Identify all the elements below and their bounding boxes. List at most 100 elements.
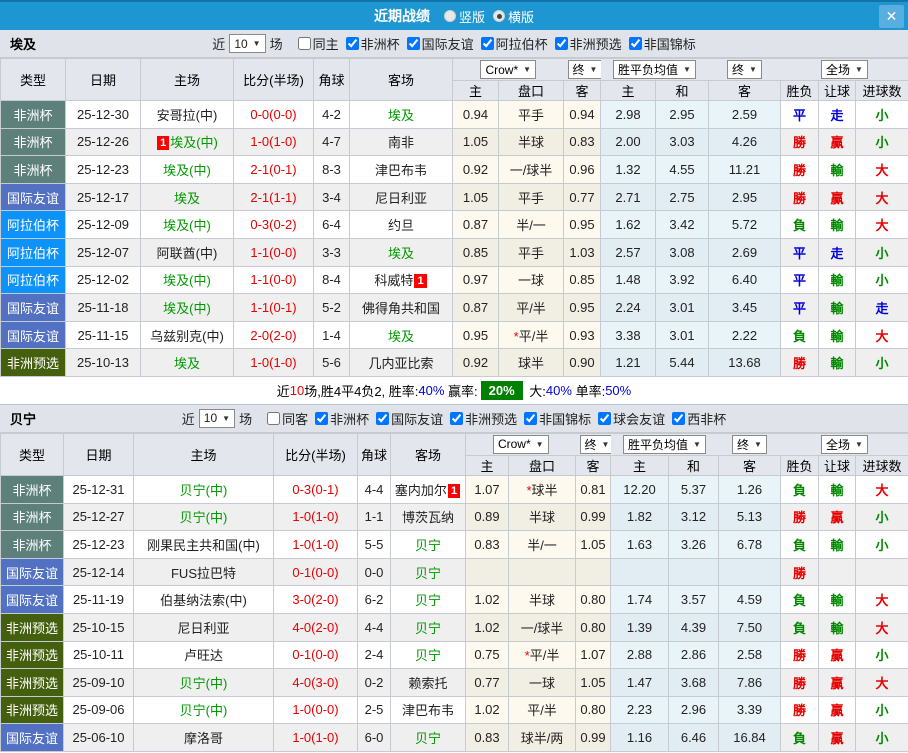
result-wdl-cell: 負 [780, 585, 819, 614]
league-checkbox[interactable] [315, 411, 329, 425]
odds-away-cell: 0.99 [575, 502, 611, 532]
score-cell: 1-1(0-1) [233, 293, 314, 322]
match-row: 阿拉伯杯 25-12-02 埃及(中) 1-1(0-0) 8-4 科威特 1 0.97 一球 0.… [0, 265, 908, 295]
league-filter-label[interactable]: 非国锦标 [628, 34, 696, 53]
summary-part: 大: [525, 383, 546, 399]
mean-final-select[interactable]: 终 ▼ [732, 434, 767, 454]
odds-away-cell: 0.95 [563, 293, 601, 322]
league-filter-label[interactable]: 非洲预选 [450, 409, 517, 428]
match-row: 非洲预选 25-10-11 卢旺达 0-1(0-0) 2-4 贝宁 0.75 *平/半 1.07… [0, 640, 908, 670]
mean-odds-select[interactable]: 胜平负均值 ▼ [623, 434, 706, 454]
mean-draw-cell: 3.26 [668, 530, 719, 559]
league-checkbox[interactable] [672, 411, 686, 425]
away-team-cell: 塞内加尔 1 [390, 474, 466, 504]
same-venue-checkbox[interactable] [267, 411, 281, 425]
league-filter-label[interactable]: 西非杯 [672, 409, 726, 428]
odds-away-cell: 0.94 [563, 100, 601, 129]
league-filter-label[interactable]: 非国锦标 [524, 409, 591, 428]
same-venue-checkbox[interactable] [297, 37, 311, 50]
mean-away-cell: 4.26 [708, 127, 781, 157]
radio-circle-icon[interactable] [443, 10, 456, 22]
mean-away-cell: 5.72 [708, 210, 781, 239]
mean-away-cell: 7.86 [718, 668, 781, 697]
mean-odds-select[interactable]: 胜平负均值 ▼ [613, 60, 696, 79]
league-checkbox[interactable] [406, 37, 420, 50]
corner-cell: 1-1 [357, 502, 391, 532]
close-icon[interactable]: ✕ [879, 5, 904, 28]
mean-away-cell: 4.59 [718, 585, 781, 614]
odds-away-cell [575, 557, 611, 587]
mean-final-select[interactable]: 终 ▼ [727, 60, 762, 79]
league-filter-label[interactable]: 国际友谊 [406, 34, 474, 53]
corner-cell: 4-4 [357, 474, 391, 504]
match-row: 阿拉伯杯 25-12-09 埃及(中) 0-3(0-2) 6-4 约旦 0.87 半/一 0.9… [0, 210, 908, 239]
odds-home-cell: 0.97 [452, 265, 499, 295]
league-filter-label[interactable]: 球会友谊 [598, 409, 665, 428]
league-filter-label[interactable]: 国际友谊 [376, 409, 443, 428]
red-card-badge: 1 [414, 274, 427, 289]
type-cell: 非洲杯 [0, 502, 64, 532]
mean-away-cell: 2.95 [708, 182, 781, 212]
match-row: 非洲杯 25-12-27 贝宁(中) 1-0(1-0) 1-1 博茨瓦纳 0.89 半球 0.9… [0, 502, 908, 532]
score-cell: 0-1(0-0) [273, 640, 358, 670]
mean-home-cell: 2.00 [600, 127, 656, 157]
league-checkbox[interactable] [450, 411, 464, 425]
league-checkbox[interactable] [345, 37, 359, 50]
league-filter-label[interactable]: 非洲预选 [554, 34, 622, 53]
col-result-goals: 进球数 [855, 80, 908, 101]
league-checkbox[interactable] [628, 37, 642, 50]
result-goals-cell: 走 [855, 293, 908, 322]
games-count-select[interactable]: 10 ▼ [198, 408, 236, 428]
radio-vertical-layout[interactable]: 竖版 [443, 7, 485, 26]
games-suffix-label: 场 [239, 411, 253, 427]
league-checkbox[interactable] [376, 411, 390, 425]
result-wdl-cell: 平 [780, 237, 819, 267]
league-checkbox[interactable] [480, 37, 494, 50]
date-cell: 25-12-17 [65, 182, 141, 212]
type-cell: 非洲杯 [0, 474, 64, 504]
handicap-cell: 平手 [498, 182, 564, 212]
league-checkbox[interactable] [598, 411, 612, 425]
mean-home-cell: 1.21 [600, 348, 656, 377]
mean-home-cell: 1.39 [610, 612, 669, 642]
result-goals-cell [855, 557, 908, 587]
mean-home-cell: 1.82 [610, 502, 669, 532]
date-cell: 25-12-27 [63, 502, 134, 532]
odds-away-cell: 1.05 [575, 668, 611, 697]
mean-home-cell: 1.32 [600, 155, 656, 184]
bookmaker-select[interactable]: Crow* ▼ [492, 434, 549, 454]
league-filter-label[interactable]: 非洲杯 [315, 409, 369, 428]
mean-away-cell: 2.22 [708, 320, 781, 350]
league-filter-label[interactable]: 非洲杯 [345, 34, 400, 53]
radio-circle-selected-icon[interactable] [493, 10, 505, 22]
home-team-cell: 埃及 [140, 348, 234, 377]
scope-select[interactable]: 全场 ▼ [821, 60, 868, 79]
result-wdl-cell: 勝 [780, 502, 819, 532]
same-venue-checkbox-label[interactable]: 同客 [267, 409, 308, 428]
league-checkbox[interactable] [524, 411, 538, 425]
bookmaker-select[interactable]: Crow* ▼ [480, 60, 537, 79]
corner-cell: 4-7 [313, 127, 350, 157]
odds-home-cell: 0.85 [452, 237, 499, 267]
result-handicap-cell: 贏 [818, 723, 856, 752]
col-mean-away: 客 [708, 80, 781, 101]
result-handicap-cell: 贏 [818, 127, 856, 157]
league-checkbox[interactable] [554, 37, 568, 50]
away-team-cell: 津巴布韦 [390, 695, 466, 725]
radio-horizontal-layout[interactable]: 横版 [493, 7, 534, 26]
col-home: 主场 [133, 432, 274, 476]
scope-select[interactable]: 全场 ▼ [821, 434, 868, 454]
mean-draw-cell: 2.86 [668, 640, 719, 670]
games-count-select[interactable]: 10 ▼ [229, 34, 266, 53]
summary-part: 场,胜4平4负2, 胜率: [304, 383, 419, 399]
result-wdl-cell: 負 [780, 210, 819, 239]
score-cell: 3-0(2-0) [273, 585, 358, 614]
match-row: 非洲杯 25-12-26 1 埃及(中) 1-0(1-0) 4-7 南非 1.05 半球 0.83… [0, 127, 908, 157]
odds-home-cell [465, 557, 509, 587]
odds-final-select[interactable]: 终 ▼ [567, 60, 601, 79]
league-filter-label[interactable]: 阿拉伯杯 [480, 34, 548, 53]
same-venue-checkbox-label[interactable]: 同主 [297, 34, 339, 53]
odds-home-cell: 0.94 [452, 100, 499, 129]
date-cell: 25-12-31 [63, 474, 134, 504]
odds-final-select[interactable]: 终 ▼ [579, 434, 611, 454]
